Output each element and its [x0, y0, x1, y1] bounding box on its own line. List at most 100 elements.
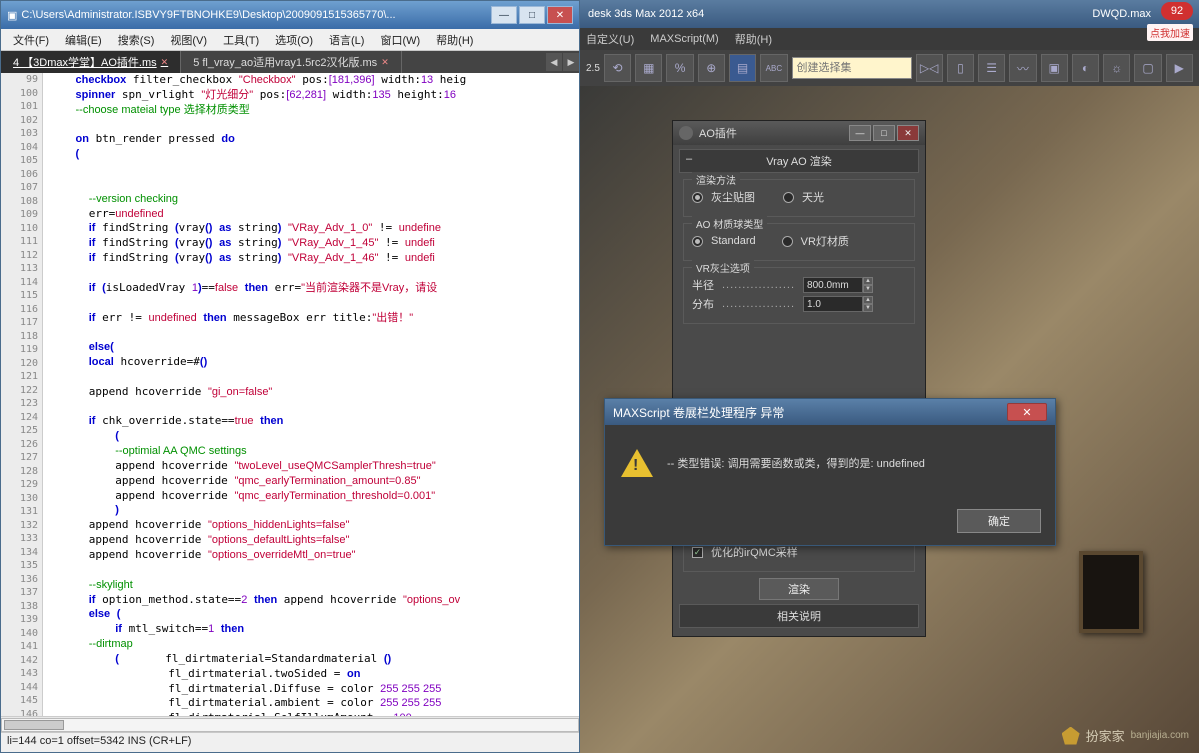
label-skylight: 天光	[802, 189, 824, 205]
group-mtl-type: AO 材质球类型 Standard VR灯材质	[683, 223, 915, 261]
error-close-button[interactable]: ✕	[1007, 403, 1047, 421]
script-maximize-button[interactable]: □	[519, 6, 545, 24]
spinner-radius[interactable]: ▲▼	[803, 277, 873, 293]
group-render-method: 渲染方法 灰尘贴图 天光	[683, 179, 915, 217]
ao-section-render[interactable]: –Vray AO 渲染	[679, 149, 919, 173]
tool-mirror-icon[interactable]: ▷◁	[916, 54, 943, 82]
error-title-text: MAXScript 卷展栏处理程序 异常	[613, 404, 1007, 421]
label-standard: Standard	[711, 235, 756, 247]
tool-render-icon[interactable]: ▶	[1166, 54, 1193, 82]
tool-render-frame-icon[interactable]: ▢	[1134, 54, 1161, 82]
snap-percent-icon[interactable]: %	[666, 54, 693, 82]
tool-material-icon[interactable]: ◐	[1072, 54, 1099, 82]
script-close-button[interactable]: ✕	[547, 6, 573, 24]
tab-close-icon[interactable]: ✕	[161, 57, 169, 68]
label-radius: 半径	[692, 277, 714, 293]
menu-edit[interactable]: 编辑(E)	[57, 30, 110, 50]
3dsmax-title-bar: desk 3ds Max 2012 x64 DWQD.max	[580, 0, 1199, 28]
error-message: -- 类型错误: 调用需要函数或类，得到的是: undefined	[667, 455, 925, 471]
app-title: desk 3ds Max 2012 x64	[588, 8, 704, 20]
dist-up-icon[interactable]: ▲	[863, 296, 873, 304]
h-scrollbar[interactable]	[1, 716, 579, 732]
snap-grid-icon[interactable]: ▦	[635, 54, 662, 82]
code-area[interactable]: checkbox filter_checkbox "Checkbox" pos:…	[43, 73, 579, 716]
radius-dn-icon[interactable]: ▼	[863, 285, 873, 293]
dist-dn-icon[interactable]: ▼	[863, 304, 873, 312]
snap-toggle-icon[interactable]: ⊕	[698, 54, 725, 82]
radio-dirtmap[interactable]	[692, 192, 703, 203]
ao-close-button[interactable]: ✕	[897, 125, 919, 141]
scroll-thumb[interactable]	[4, 720, 64, 730]
radio-skylight[interactable]	[783, 192, 794, 203]
menu-search[interactable]: 搜索(S)	[110, 30, 163, 50]
menu-customize[interactable]: 自定义(U)	[586, 31, 634, 47]
label-dirtmap: 灰尘贴图	[711, 189, 755, 205]
radio-standard[interactable]	[692, 236, 703, 247]
menu-help-script[interactable]: 帮助(H)	[428, 30, 481, 50]
group-dirt-opts: VR灰尘选项 半径.................. ▲▼ 分布.......…	[683, 267, 915, 324]
menu-tools[interactable]: 工具(T)	[215, 30, 267, 50]
input-dist[interactable]	[803, 296, 863, 312]
angle-snap-label: 2.5	[586, 63, 600, 74]
grp-label-dirt: VR灰尘选项	[692, 260, 754, 275]
snap-abc-icon[interactable]: ABC	[760, 54, 787, 82]
menu-help[interactable]: 帮助(H)	[735, 31, 772, 47]
ao-section-about[interactable]: 相关说明	[679, 604, 919, 628]
grp-label-mtl: AO 材质球类型	[692, 216, 767, 231]
snap-edge-icon[interactable]: ▤	[729, 54, 756, 82]
tool-schematic-icon[interactable]: ▣	[1041, 54, 1068, 82]
menu-window[interactable]: 窗口(W)	[372, 30, 428, 50]
error-ok-button[interactable]: 确定	[957, 509, 1041, 533]
error-footer: 确定	[605, 501, 1055, 545]
error-title-bar[interactable]: MAXScript 卷展栏处理程序 异常 ✕	[605, 399, 1055, 425]
menu-view[interactable]: 视图(V)	[162, 30, 215, 50]
script-minimize-button[interactable]: —	[491, 6, 517, 24]
menu-lang[interactable]: 语言(L)	[321, 30, 372, 50]
grp-label-method: 渲染方法	[692, 172, 740, 187]
snap-angle-icon[interactable]: ⟲	[604, 54, 631, 82]
menu-options[interactable]: 选项(O)	[267, 30, 321, 50]
ao-title-bar[interactable]: AO插件 — □ ✕	[673, 121, 925, 145]
watermark-url: banjiajia.com	[1131, 730, 1189, 741]
script-title-icon: ▣	[7, 9, 17, 22]
tool-curve-icon[interactable]: 〰	[1009, 54, 1036, 82]
menu-file[interactable]: 文件(F)	[5, 30, 57, 50]
watermark: 扮家家 banjiajia.com	[1062, 726, 1189, 745]
script-title-bar[interactable]: ▣ C:\Users\Administrator.ISBVY9FTBNOHKE9…	[1, 1, 579, 29]
radio-vrlight[interactable]	[782, 236, 793, 247]
tool-render-setup-icon[interactable]: ☼	[1103, 54, 1130, 82]
input-radius[interactable]	[803, 277, 863, 293]
render-button[interactable]: 渲染	[759, 578, 839, 600]
menu-maxscript[interactable]: MAXScript(M)	[650, 33, 718, 45]
script-title-path: C:\Users\Administrator.ISBVY9FTBNOHKE9\D…	[21, 9, 491, 21]
ao-title-text: AO插件	[699, 125, 849, 141]
tab-ao-plugin[interactable]: 4 【3Dmax学堂】AO插件.ms✕	[1, 51, 181, 73]
tool-layers-icon[interactable]: ☰	[978, 54, 1005, 82]
script-editor-window: ▣ C:\Users\Administrator.ISBVY9FTBNOHKE9…	[0, 0, 580, 753]
3dsmax-menu-bar: 自定义(U) MAXScript(M) 帮助(H)	[580, 28, 1199, 50]
spinner-dist[interactable]: ▲▼	[803, 296, 873, 312]
accel-hint[interactable]: 点我加速	[1147, 24, 1193, 41]
tab-close-icon[interactable]: ✕	[381, 57, 389, 68]
label-vrlight: VR灯材质	[801, 233, 849, 249]
script-menu-bar: 文件(F) 编辑(E) 搜索(S) 视图(V) 工具(T) 选项(O) 语言(L…	[1, 29, 579, 51]
3dsmax-toolbar: 2.5 ⟲ ▦ % ⊕ ▤ ABC ▷◁ ▯ ☰ 〰 ▣ ◐ ☼ ▢ ▶	[580, 50, 1199, 86]
tool-align-icon[interactable]: ▯	[947, 54, 974, 82]
tabs-next-icon[interactable]: ▶	[563, 53, 579, 71]
radius-up-icon[interactable]: ▲	[863, 277, 873, 285]
tab-vray-ao[interactable]: 5 fl_vray_ao适用vray1.5rc2汉化版.ms✕	[181, 51, 402, 73]
watermark-brand: 扮家家	[1086, 726, 1125, 745]
scene-photo-frame	[1079, 551, 1143, 633]
warning-icon	[621, 447, 653, 479]
chk-qmc[interactable]: ✓	[692, 547, 703, 558]
error-body: -- 类型错误: 调用需要函数或类，得到的是: undefined	[605, 425, 1055, 501]
ao-minimize-button[interactable]: —	[849, 125, 871, 141]
watermark-logo-icon	[1062, 727, 1080, 745]
code-editor[interactable]: 99 100 101 102 103 104 105 106 107 108 1…	[1, 73, 579, 716]
label-qmc: 优化的irQMC采样	[711, 544, 798, 560]
selection-set-input[interactable]	[792, 57, 912, 79]
ao-maximize-button[interactable]: □	[873, 125, 895, 141]
tabs-prev-icon[interactable]: ◀	[546, 53, 562, 71]
script-tabs: 4 【3Dmax学堂】AO插件.ms✕ 5 fl_vray_ao适用vray1.…	[1, 51, 579, 73]
notification-badge[interactable]: 92	[1161, 2, 1193, 20]
